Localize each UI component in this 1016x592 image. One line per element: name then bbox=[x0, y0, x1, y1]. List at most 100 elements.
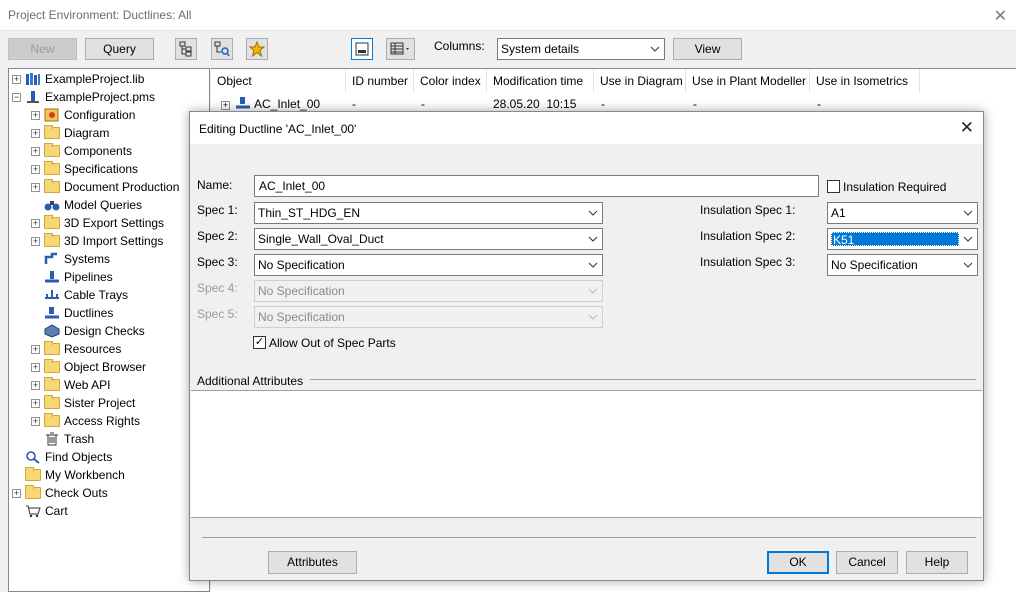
tree-item-label: ExampleProject.lib bbox=[45, 72, 145, 86]
tree-item-document-production[interactable]: + Document Production bbox=[31, 178, 179, 196]
query-button[interactable]: Query bbox=[85, 38, 154, 60]
dialog-close-icon[interactable]: ✕ bbox=[960, 118, 974, 138]
tree-item-3d-import[interactable]: +3D Import Settings bbox=[31, 232, 163, 250]
trash-icon bbox=[44, 432, 60, 446]
chevron-down-icon bbox=[588, 281, 598, 301]
expand-icon[interactable]: + bbox=[12, 488, 21, 498]
expand-icon[interactable]: + bbox=[31, 182, 40, 192]
tree-item-label: ExampleProject.pms bbox=[45, 90, 156, 104]
expand-icon[interactable]: + bbox=[31, 110, 40, 120]
column-header-object[interactable]: Object bbox=[211, 69, 346, 93]
collapse-icon[interactable]: − bbox=[12, 92, 21, 102]
tree-item-resources[interactable]: + Resources bbox=[31, 340, 121, 358]
column-header-diagram[interactable]: Use in Diagram bbox=[594, 69, 686, 93]
tree-item-design-checks[interactable]: Design Checks bbox=[44, 322, 145, 340]
tree-item-cart[interactable]: Cart bbox=[25, 502, 68, 520]
expand-icon[interactable]: + bbox=[31, 236, 40, 246]
column-header-id[interactable]: ID number bbox=[346, 69, 414, 93]
view-options-dropdown-icon[interactable] bbox=[386, 38, 415, 60]
tree-item-pms[interactable]: − ExampleProject.pms bbox=[12, 88, 155, 106]
expand-icon[interactable]: + bbox=[31, 416, 40, 426]
expand-icon[interactable]: + bbox=[31, 362, 40, 372]
spec5-select: No Specification bbox=[254, 306, 603, 328]
window-close-icon[interactable]: ✕ bbox=[994, 6, 1007, 26]
project-tree[interactable]: + ExampleProject.lib − ExampleProject.pm… bbox=[8, 68, 210, 592]
folder-icon bbox=[44, 359, 60, 374]
name-field[interactable]: AC_Inlet_00 bbox=[254, 175, 819, 197]
spec2-select[interactable]: Single_Wall_Oval_Duct bbox=[254, 228, 603, 250]
tree-item-label: 3D Import Settings bbox=[64, 234, 164, 248]
column-header-isometrics[interactable]: Use in Isometrics bbox=[810, 69, 920, 93]
attributes-button[interactable]: Attributes bbox=[268, 551, 357, 574]
insulation-required-label: Insulation Required bbox=[843, 180, 947, 194]
layout-toggle-icon[interactable] bbox=[351, 38, 373, 60]
expand-icon[interactable]: + bbox=[221, 96, 230, 112]
tree-item-access-rights[interactable]: + Access Rights bbox=[31, 412, 140, 430]
help-button[interactable]: Help bbox=[906, 551, 968, 574]
favorites-star-icon[interactable] bbox=[246, 38, 268, 60]
tree-item-check-outs[interactable]: + Check Outs bbox=[12, 484, 108, 502]
folder-icon bbox=[44, 179, 60, 194]
folder-icon bbox=[44, 395, 60, 410]
tree-item-lib[interactable]: + ExampleProject.lib bbox=[12, 70, 144, 88]
tree-view-icon[interactable] bbox=[175, 38, 197, 60]
tree-item-label: Ductlines bbox=[64, 306, 114, 320]
allow-out-of-spec-checkbox[interactable]: ✓ bbox=[253, 336, 266, 349]
insulation-required-checkbox[interactable] bbox=[827, 180, 840, 193]
column-header-color[interactable]: Color index bbox=[414, 69, 487, 93]
expand-icon[interactable]: + bbox=[31, 128, 40, 138]
tree-item-sister-project[interactable]: + Sister Project bbox=[31, 394, 135, 412]
column-header-modification[interactable]: Modification time bbox=[487, 69, 594, 93]
tree-item-3d-export[interactable]: +3D Export Settings bbox=[31, 214, 164, 232]
tree-item-trash[interactable]: Trash bbox=[44, 430, 94, 448]
tree-item-configuration[interactable]: + Configuration bbox=[31, 106, 135, 124]
expand-icon[interactable]: + bbox=[31, 218, 40, 228]
spec1-select[interactable]: Thin_ST_HDG_EN bbox=[254, 202, 603, 224]
expand-icon[interactable]: + bbox=[12, 74, 21, 84]
ductline-icon bbox=[44, 306, 60, 320]
row-object: AC_Inlet_00 bbox=[254, 97, 321, 111]
insulation-spec1-select[interactable]: A1 bbox=[827, 202, 978, 224]
expand-icon[interactable]: + bbox=[31, 398, 40, 408]
tree-item-components[interactable]: + Components bbox=[31, 142, 132, 160]
expand-icon[interactable]: + bbox=[31, 380, 40, 390]
additional-attributes-label: Additional Attributes bbox=[197, 374, 304, 388]
insulation-spec3-select[interactable]: No Specification bbox=[827, 254, 978, 276]
tree-item-web-api[interactable]: + Web API bbox=[31, 376, 110, 394]
tree-item-pipelines[interactable]: Pipelines bbox=[44, 268, 113, 286]
tree-item-model-queries[interactable]: Model Queries bbox=[44, 196, 142, 214]
view-button[interactable]: View bbox=[673, 38, 742, 60]
spec1-label: Spec 1: bbox=[197, 203, 238, 217]
dialog-title: Editing Ductline 'AC_Inlet_00' bbox=[199, 122, 357, 136]
new-button[interactable]: New bbox=[8, 38, 77, 60]
insulation-spec2-select[interactable]: K51 bbox=[827, 228, 978, 250]
expand-icon[interactable]: + bbox=[31, 164, 40, 174]
tree-item-my-workbench[interactable]: My Workbench bbox=[25, 466, 125, 484]
columns-select[interactable]: System details bbox=[497, 38, 665, 60]
tree-item-label: 3D Export Settings bbox=[64, 216, 165, 230]
tree-item-label: Find Objects bbox=[45, 450, 113, 464]
chevron-down-icon bbox=[963, 255, 973, 275]
tree-item-ductlines[interactable]: Ductlines bbox=[44, 304, 113, 322]
configuration-icon bbox=[44, 108, 60, 122]
ok-button[interactable]: OK bbox=[767, 551, 829, 574]
chevron-down-icon bbox=[588, 203, 598, 223]
tree-item-specifications[interactable]: + Specifications bbox=[31, 160, 138, 178]
expand-icon[interactable]: + bbox=[31, 146, 40, 156]
tree-item-diagram[interactable]: + Diagram bbox=[31, 124, 109, 142]
expand-icon[interactable]: + bbox=[31, 344, 40, 354]
tree-item-find-objects[interactable]: Find Objects bbox=[25, 448, 112, 466]
column-header-plant-modeller[interactable]: Use in Plant Modeller bbox=[686, 69, 810, 93]
tree-item-object-browser[interactable]: + Object Browser bbox=[31, 358, 146, 376]
tree-item-label: Diagram bbox=[64, 126, 110, 140]
row-diagram: - bbox=[601, 97, 605, 111]
additional-attributes-area[interactable] bbox=[191, 390, 982, 518]
cancel-button[interactable]: Cancel bbox=[836, 551, 898, 574]
filter-tree-icon[interactable] bbox=[211, 38, 233, 60]
chevron-down-icon bbox=[963, 203, 973, 223]
tree-item-label: Web API bbox=[64, 378, 111, 392]
tree-item-cable-trays[interactable]: Cable Trays bbox=[44, 286, 128, 304]
tree-item-systems[interactable]: Systems bbox=[44, 250, 110, 268]
tree-item-label: Access Rights bbox=[64, 414, 141, 428]
spec3-select[interactable]: No Specification bbox=[254, 254, 603, 276]
